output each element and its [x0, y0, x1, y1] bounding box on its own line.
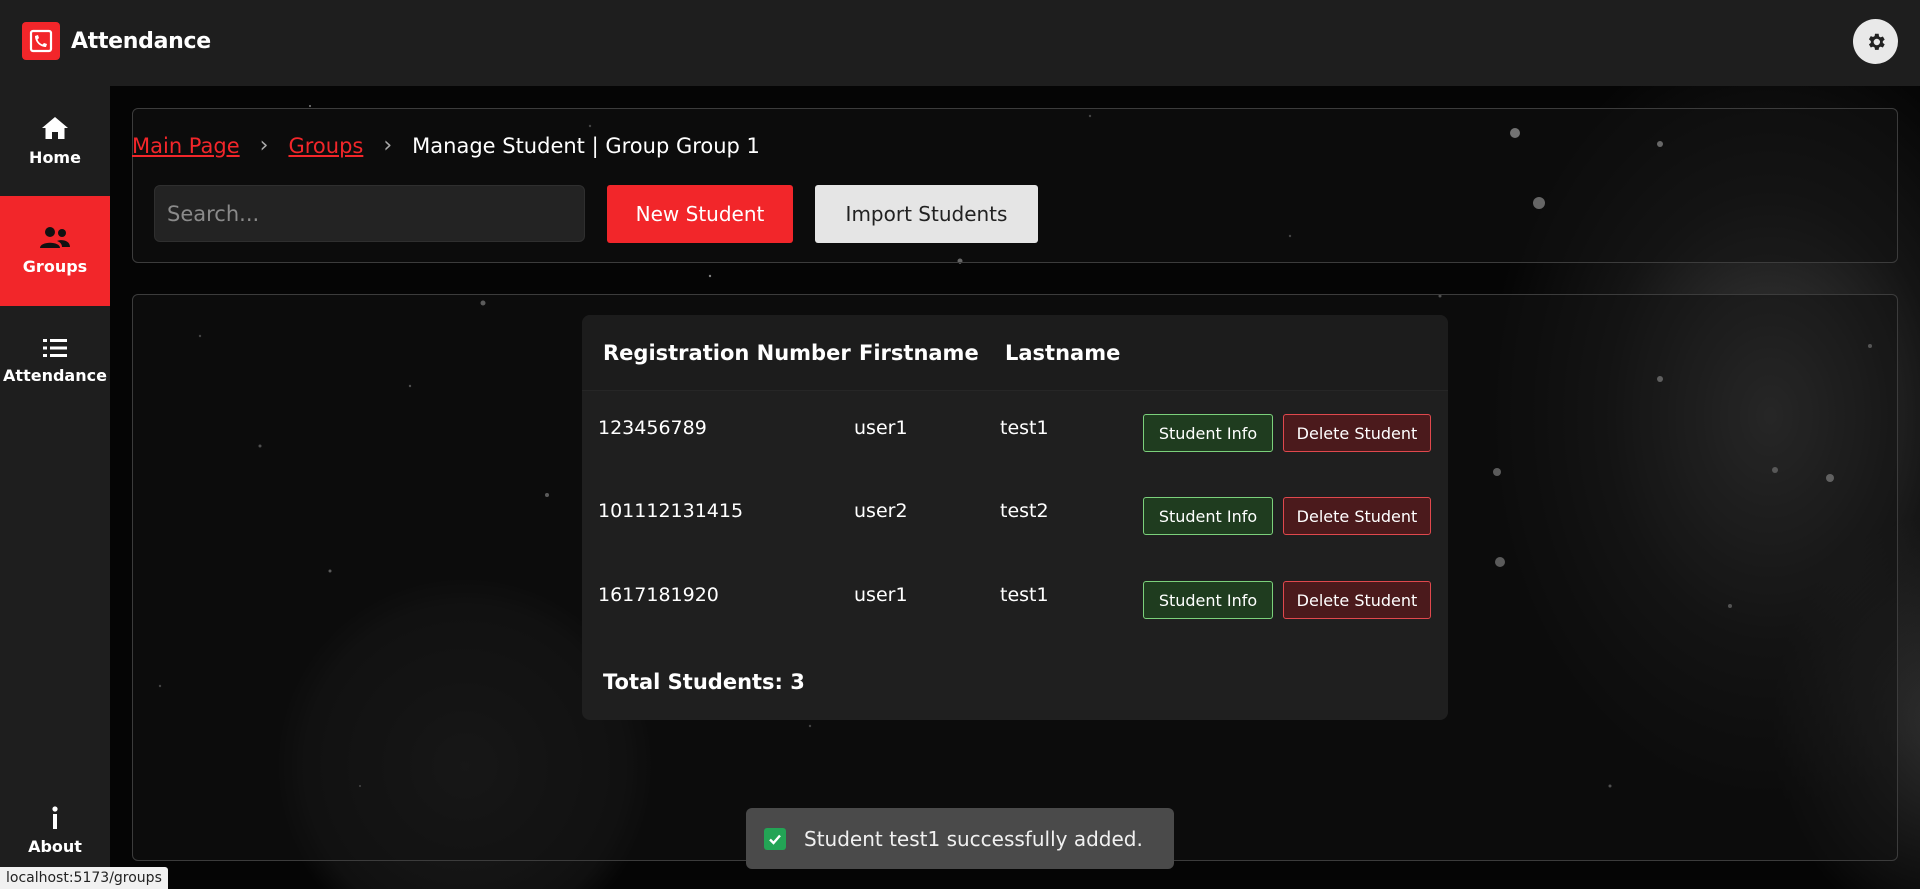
home-icon: [42, 117, 68, 139]
import-students-button[interactable]: Import Students: [815, 185, 1038, 243]
users-icon: [40, 227, 70, 248]
app-title: Attendance: [71, 28, 211, 54]
new-student-button[interactable]: New Student: [607, 185, 793, 243]
top-bar: Attendance: [0, 0, 1920, 86]
info-icon: [52, 806, 58, 829]
cell-registration-number: 1617181920: [598, 584, 719, 606]
toast-message: Student test1 successfully added.: [804, 826, 1143, 851]
status-bar-url: localhost:5173/groups: [0, 867, 168, 889]
delete-student-button[interactable]: Delete Student: [1283, 581, 1431, 619]
table-header: Registration Number Firstname Lastname: [582, 315, 1448, 391]
list-icon: [43, 339, 67, 357]
student-info-button[interactable]: Student Info: [1143, 581, 1273, 619]
breadcrumb-groups[interactable]: Groups: [288, 134, 363, 158]
checkbox-check-icon: [764, 827, 786, 850]
sidebar-item-label: Groups: [22, 257, 88, 276]
breadcrumb: Main Page › Groups › Manage Student | Gr…: [132, 133, 760, 158]
column-header-lastname: Lastname: [1005, 341, 1121, 365]
breadcrumb-main-page[interactable]: Main Page: [132, 134, 240, 158]
sidebar-item-about[interactable]: About: [0, 781, 110, 881]
phone-logo-icon: [22, 22, 60, 60]
cell-registration-number: 101112131415: [598, 500, 744, 522]
table-row: 123456789 user1 test1 Student Info Delet…: [582, 391, 1448, 475]
column-header-firstname: Firstname: [859, 341, 979, 365]
sidebar-item-home[interactable]: Home: [0, 86, 110, 196]
cell-lastname: test2: [1000, 500, 1049, 522]
students-table: Registration Number Firstname Lastname 1…: [582, 315, 1448, 720]
delete-student-button[interactable]: Delete Student: [1283, 414, 1431, 452]
settings-button[interactable]: [1853, 19, 1898, 64]
cell-firstname: user2: [854, 500, 908, 522]
sidebar-item-label: Attendance: [3, 366, 107, 385]
cell-registration-number: 123456789: [598, 417, 707, 439]
cell-lastname: test1: [1000, 584, 1049, 606]
column-header-registration-number: Registration Number: [603, 341, 851, 365]
table-row: 1617181920 user1 test1 Student Info Dele…: [582, 558, 1448, 642]
cell-firstname: user1: [854, 417, 908, 439]
sidebar-item-groups[interactable]: Groups: [0, 196, 110, 306]
cell-lastname: test1: [1000, 417, 1049, 439]
breadcrumb-separator: ›: [383, 133, 393, 158]
gear-icon: [1868, 33, 1885, 50]
delete-student-button[interactable]: Delete Student: [1283, 497, 1431, 535]
sidebar-item-label: About: [28, 837, 82, 856]
sidebar: Home Groups Attendance About: [0, 86, 110, 889]
total-students: Total Students: 3: [603, 670, 805, 694]
cell-firstname: user1: [854, 584, 908, 606]
brand[interactable]: Attendance: [22, 22, 211, 60]
toast-notification: Student test1 successfully added.: [746, 808, 1174, 869]
search-input[interactable]: [154, 185, 585, 242]
sidebar-item-attendance[interactable]: Attendance: [0, 306, 110, 416]
student-info-button[interactable]: Student Info: [1143, 414, 1273, 452]
breadcrumb-current: Manage Student | Group Group 1: [412, 133, 760, 158]
table-row: 101112131415 user2 test2 Student Info De…: [582, 474, 1448, 558]
student-info-button[interactable]: Student Info: [1143, 497, 1273, 535]
sidebar-item-label: Home: [29, 148, 81, 167]
breadcrumb-separator: ›: [259, 133, 269, 158]
